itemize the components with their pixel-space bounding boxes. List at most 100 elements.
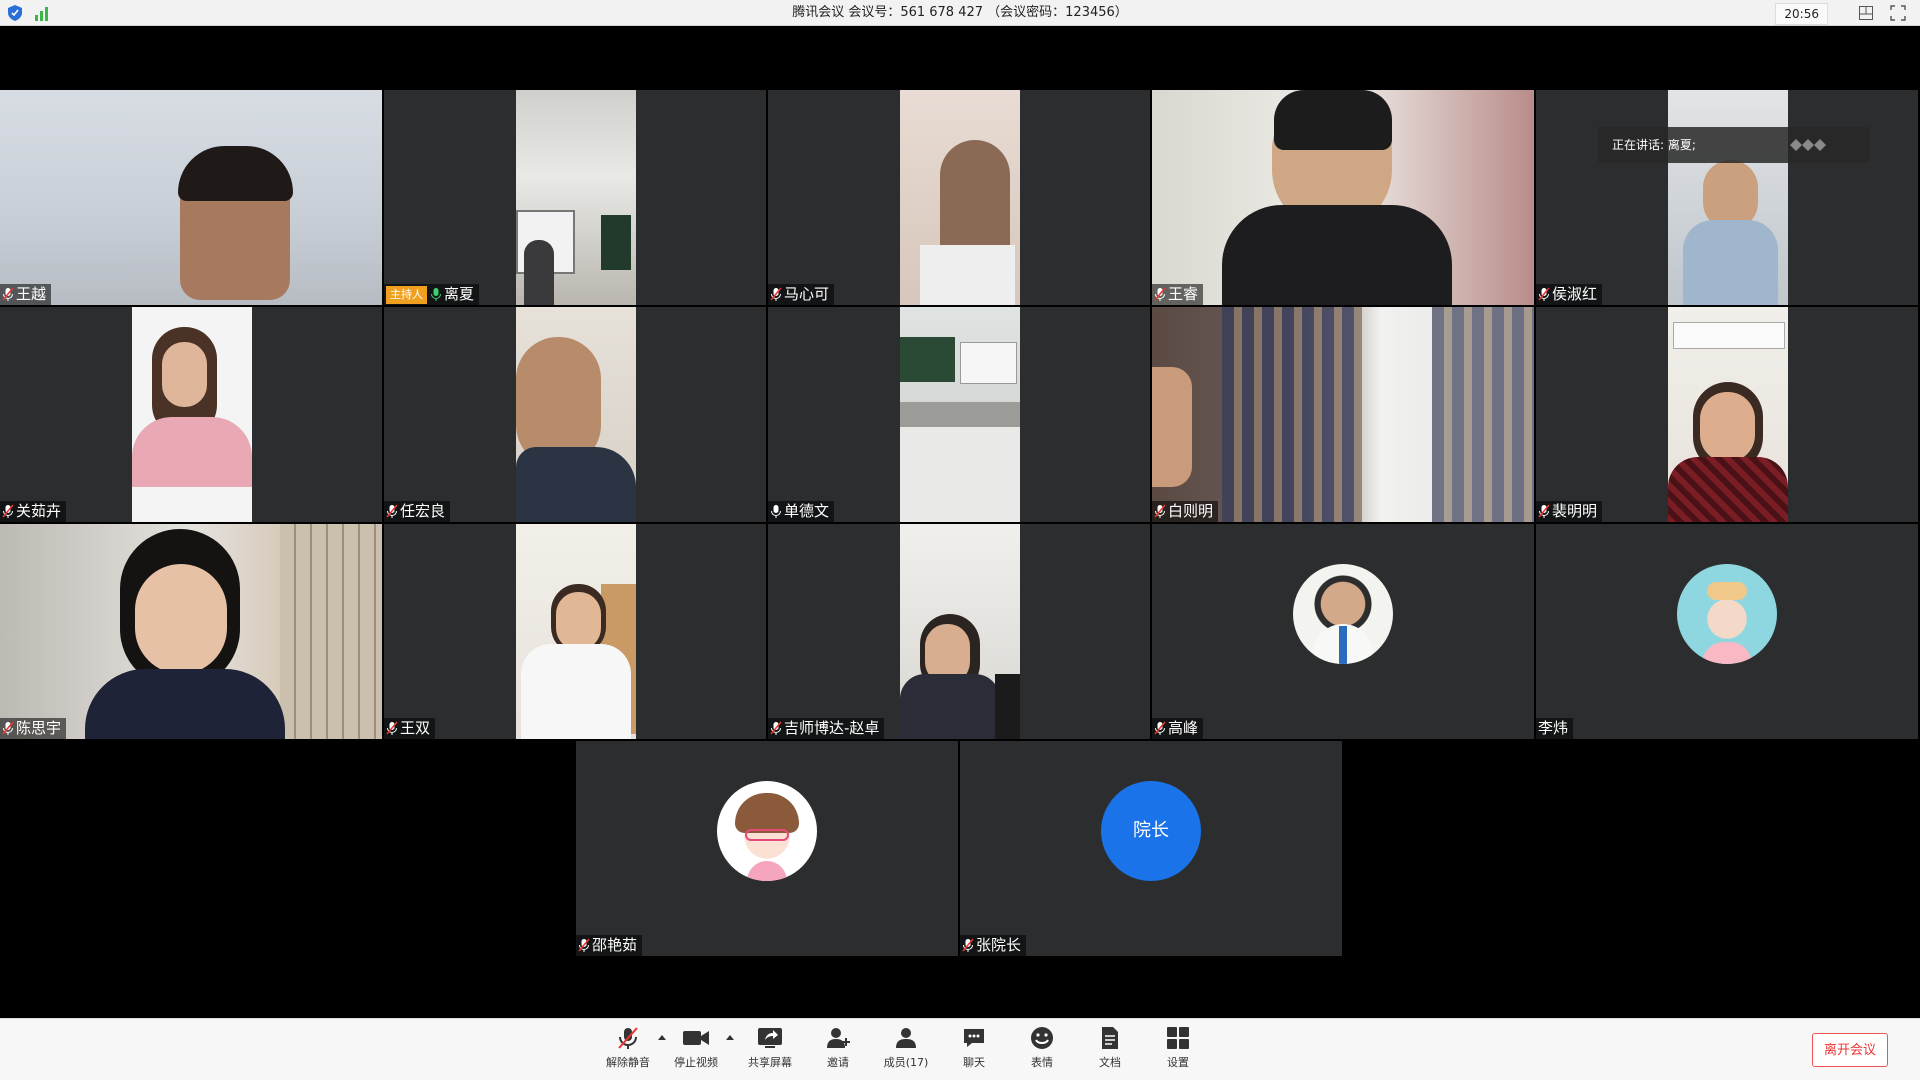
mic-muted-icon: [962, 938, 974, 952]
mic-muted-icon: [1538, 287, 1550, 301]
docs-label: 文档: [1099, 1056, 1121, 1069]
video-tile[interactable]: 关茹卉: [0, 307, 382, 522]
speaking-indicator: 正在讲话: 离夏;: [1598, 127, 1870, 163]
mic-muted-icon: [1154, 504, 1166, 518]
participant-avatar: [717, 781, 817, 881]
smile-icon: [1031, 1027, 1053, 1049]
video-feed: [1152, 307, 1534, 522]
video-tile[interactable]: 邵艳茹: [576, 741, 958, 956]
add-user-icon: [827, 1028, 850, 1048]
host-badge: 主持人: [386, 285, 427, 304]
participant-name-tag: 高峰: [1152, 718, 1204, 739]
video-tile[interactable]: 王越: [0, 90, 382, 305]
participant-name-tag: 主持人 离夏: [384, 284, 480, 305]
participant-name: 陈思宇: [16, 719, 62, 737]
share-screen-button[interactable]: 共享屏幕: [740, 1025, 800, 1077]
video-tile[interactable]: 王睿: [1152, 90, 1534, 305]
chat-icon: [964, 1029, 984, 1047]
video-tile[interactable]: 裴明明: [1536, 307, 1918, 522]
video-feed: [900, 90, 1020, 305]
participant-name: 裴明明: [1552, 502, 1598, 520]
participant-name: 张院长: [976, 936, 1022, 954]
share-screen-label: 共享屏幕: [748, 1056, 792, 1069]
stop-video-label: 停止视频: [674, 1056, 718, 1069]
video-tile[interactable]: 任宏良: [384, 307, 766, 522]
audio-wave-icon: [1790, 139, 1826, 151]
participant-avatar: [1677, 564, 1777, 664]
participant-avatar: 院长: [1101, 781, 1201, 881]
video-feed: [0, 524, 382, 739]
participant-name: 关茹卉: [16, 502, 62, 520]
video-feed: [900, 307, 1020, 522]
participant-name: 离夏: [444, 285, 475, 303]
participant-name: 吉师博达-赵卓: [784, 719, 880, 737]
participant-name-tag: 邵艳茹: [576, 935, 643, 956]
reactions-label: 表情: [1031, 1056, 1053, 1069]
mic-muted-icon: [1154, 721, 1166, 735]
chat-label: 聊天: [963, 1056, 985, 1069]
participant-name: 李炜: [1538, 719, 1569, 737]
title-bar: 腾讯会议 会议号：561 678 427 （会议密码：123456） 20:56: [0, 0, 1920, 26]
invite-button[interactable]: 邀请: [808, 1025, 868, 1077]
participant-name-tag: 马心可: [768, 284, 835, 305]
participant-name-tag: 裴明明: [1536, 501, 1603, 522]
video-tile[interactable]: 吉师博达-赵卓: [768, 524, 1150, 739]
participant-name-tag: 李炜: [1536, 718, 1574, 739]
video-tile[interactable]: 院长 张院长: [960, 741, 1342, 956]
video-tile[interactable]: 王双: [384, 524, 766, 739]
video-tile[interactable]: 陈思宇: [0, 524, 382, 739]
mic-muted-icon: [386, 504, 398, 518]
participant-name-tag: 白则明: [1152, 501, 1219, 522]
mic-muted-icon: [2, 721, 14, 735]
chat-button[interactable]: 聊天: [944, 1025, 1004, 1077]
mic-muted-icon: [770, 721, 782, 735]
settings-button[interactable]: 设置: [1148, 1025, 1208, 1077]
fullscreen-icon[interactable]: [1890, 5, 1906, 21]
video-feed: [132, 307, 252, 522]
docs-button[interactable]: 文档: [1080, 1025, 1140, 1077]
share-screen-icon: [758, 1028, 782, 1048]
meeting-toolbar: 解除静音 停止视频 共享屏幕 邀请 成员(17) 聊天 表情 文档 设置 离开会…: [0, 1018, 1920, 1080]
stop-video-button[interactable]: 停止视频: [666, 1025, 726, 1077]
participant-name: 侯淑红: [1552, 285, 1598, 303]
reactions-button[interactable]: 表情: [1012, 1025, 1072, 1077]
mic-muted-icon: [578, 938, 590, 952]
mic-muted-icon: [2, 287, 14, 301]
participant-name-tag: 张院长: [960, 935, 1027, 956]
video-options-caret[interactable]: [726, 1035, 734, 1040]
participant-name-tag: 王双: [384, 718, 436, 739]
video-feed: [1668, 90, 1788, 305]
video-tile[interactable]: 主持人 离夏: [384, 90, 766, 305]
clock: 20:56: [1775, 3, 1828, 25]
participant-name-tag: 侯淑红: [1536, 284, 1603, 305]
mic-muted-icon: [1538, 504, 1550, 518]
members-label: 成员(17): [883, 1056, 929, 1069]
members-icon: [896, 1028, 916, 1048]
invite-label: 邀请: [827, 1056, 849, 1069]
video-tile[interactable]: 马心可: [768, 90, 1150, 305]
video-tile[interactable]: 李炜: [1536, 524, 1918, 739]
mic-muted-icon: [2, 504, 14, 518]
mic-icon: [771, 505, 781, 518]
participant-name-tag: 关茹卉: [0, 501, 67, 522]
participant-name-tag: 单德文: [768, 501, 835, 522]
video-feed: [0, 90, 382, 305]
mic-muted-icon: [386, 721, 398, 735]
video-tile[interactable]: 白则明: [1152, 307, 1534, 522]
video-feed: [516, 90, 636, 305]
leave-meeting-button[interactable]: 离开会议: [1812, 1033, 1888, 1067]
participant-name-tag: 任宏良: [384, 501, 451, 522]
layout-icon[interactable]: [1858, 5, 1874, 21]
video-tile[interactable]: 单德文: [768, 307, 1150, 522]
audio-options-caret[interactable]: [658, 1035, 666, 1040]
video-tile[interactable]: 高峰: [1152, 524, 1534, 739]
mic-muted-icon: [618, 1027, 638, 1049]
document-icon: [1102, 1027, 1118, 1049]
members-button[interactable]: 成员(17): [876, 1025, 936, 1077]
video-tile[interactable]: 侯淑红: [1536, 90, 1918, 305]
video-feed: [1668, 307, 1788, 522]
mic-muted-icon: [770, 287, 782, 301]
video-feed: [516, 524, 636, 739]
camera-icon: [683, 1031, 709, 1045]
unmute-button[interactable]: 解除静音: [598, 1025, 658, 1077]
